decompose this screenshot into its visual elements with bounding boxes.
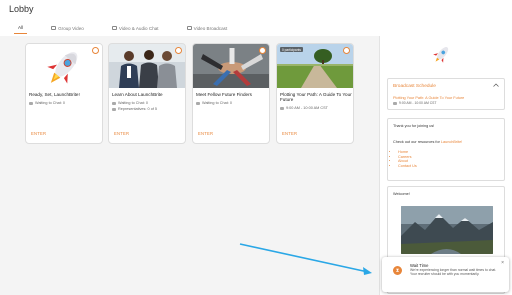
link-contact-us[interactable]: Contact Us: [398, 164, 417, 169]
welcome-video[interactable]: [401, 206, 493, 254]
welcome-heading: Welcome!: [393, 192, 410, 196]
card-title: Plotting Your Path: A Guide To Your Futu…: [280, 92, 352, 103]
tab-video-broadcast[interactable]: Video Broadcast: [183, 22, 232, 34]
broadcast-icon: [186, 26, 192, 30]
participants-badge: 0 participants: [280, 47, 303, 52]
close-icon[interactable]: ×: [501, 260, 504, 266]
waiting-count: Waiting to Chat: 0: [196, 101, 232, 105]
people-icon: [196, 101, 200, 105]
resources-intro-text: Check out our resources for: [393, 140, 440, 144]
enter-button[interactable]: ENTER: [31, 131, 46, 136]
chevron-up-icon[interactable]: [493, 83, 499, 87]
resources-intro: Check out our resources for LaunchBrite!: [393, 140, 462, 144]
favorite-icon[interactable]: [92, 47, 99, 54]
briefcase-icon: [112, 107, 116, 111]
card-title: Meet Fellow Future Finders: [196, 92, 252, 97]
header: Lobby All Group Video Video & Audio Chat…: [0, 0, 512, 36]
resources-panel: Thank you for joining us! Check out our …: [387, 118, 505, 181]
representatives-text: Representatives: 0 of 5: [118, 107, 158, 111]
broadcast-schedule-panel: Broadcast Schedule Plotting Your Path: A…: [387, 78, 505, 110]
enter-button[interactable]: ENTER: [114, 131, 129, 136]
chat-icon: [111, 26, 117, 30]
time-text: 9:00 AM - 10:00 AM CST: [286, 106, 328, 110]
tab-all[interactable]: All: [14, 22, 28, 34]
room-card[interactable]: Meet Fellow Future Finders Waiting to Ch…: [192, 43, 270, 144]
people-icon: [112, 101, 116, 105]
page-title: Lobby: [9, 4, 34, 14]
people-icon: [29, 101, 33, 105]
card-title: Ready, Set, LaunchBrite!: [29, 92, 80, 97]
hourglass-icon: ⧗: [393, 266, 402, 275]
waiting-count: Waiting to Chat: 0: [112, 101, 148, 105]
schedule-time-text: 9:00 AM - 10:00 AM CST: [399, 101, 437, 105]
waiting-text: Waiting to Chat: 0: [35, 101, 66, 105]
waiting-text: Waiting to Chat: 0: [118, 101, 149, 105]
broadcast-time: 9:00 AM - 10:00 AM CST: [280, 106, 328, 110]
representatives-count: Representatives: 0 of 5: [112, 107, 157, 111]
toast-message: We're experiencing longer than normal wa…: [410, 268, 497, 277]
tab-bar: All Group Video Video & Audio Chat Video…: [14, 22, 251, 36]
tab-label: Video Broadcast: [193, 25, 228, 31]
favorite-icon[interactable]: [175, 47, 182, 54]
schedule-time: 9:00 AM - 10:00 AM CST: [393, 101, 437, 105]
room-card[interactable]: 0 participants Plotting Your Path: A Gui…: [276, 43, 354, 144]
rocket-logo-icon: [432, 44, 452, 64]
card-title: Learn About LaunchBrite: [112, 92, 163, 97]
clock-icon: [280, 106, 284, 110]
schedule-heading: Broadcast Schedule: [393, 84, 436, 89]
tab-video-audio-chat[interactable]: Video & Audio Chat: [108, 22, 163, 34]
favorite-icon[interactable]: [259, 47, 266, 54]
wait-time-toast: ⧗ Wait Time We're experiencing longer th…: [382, 257, 509, 292]
thanks-text: Thank you for joining us!: [393, 124, 435, 128]
tab-label: Video & Audio Chat: [118, 25, 159, 31]
favorite-icon[interactable]: [343, 47, 350, 54]
schedule-event-link[interactable]: Plotting Your Path: A Guide To Your Futu…: [393, 96, 464, 100]
clock-icon: [393, 101, 397, 105]
group-icon: [51, 26, 57, 30]
enter-button[interactable]: ENTER: [282, 131, 297, 136]
waiting-count: Waiting to Chat: 0: [29, 101, 65, 105]
room-card[interactable]: Ready, Set, LaunchBrite! Waiting to Chat…: [25, 43, 103, 144]
tab-label: All: [18, 25, 24, 30]
tab-group-video[interactable]: Group Video: [47, 22, 88, 34]
waiting-text: Waiting to Chat: 0: [202, 101, 233, 105]
resource-links: Home Careers About Contact Us: [398, 150, 417, 168]
brand-link[interactable]: LaunchBrite!: [441, 140, 462, 144]
tab-label: Group Video: [58, 25, 84, 31]
room-card[interactable]: Learn About LaunchBrite Waiting to Chat:…: [108, 43, 186, 144]
enter-button[interactable]: ENTER: [198, 131, 213, 136]
